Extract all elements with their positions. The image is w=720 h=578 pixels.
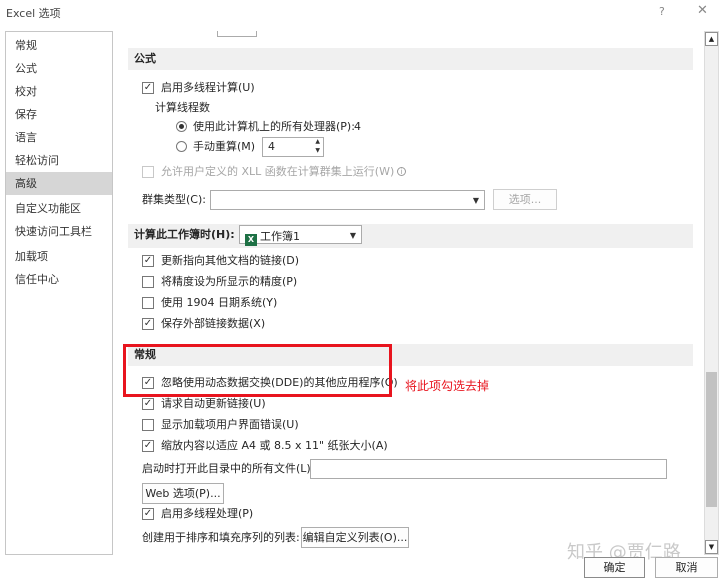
cluster-type-label: 群集类型(C): [142, 193, 206, 206]
scale-a4-label: 缩放内容以适应 A4 或 8.5 x 11" 纸张大小(A) [161, 439, 388, 452]
scroll-down-icon[interactable]: ▼ [705, 540, 718, 554]
cancel-button[interactable]: 取消 [655, 557, 718, 578]
highlight-box [123, 344, 392, 397]
nav-item-customize-ribbon[interactable]: 自定义功能区 [6, 197, 112, 220]
checkbox-unchecked[interactable] [142, 419, 154, 431]
workbook-calc-heading: 计算此工作簿时(H): [134, 228, 235, 241]
radio-selected[interactable] [176, 121, 187, 132]
processor-count: 4 [354, 120, 361, 133]
checkbox-checked[interactable]: ✓ [142, 255, 154, 267]
edit-custom-lists-button[interactable]: 编辑自定义列表(O)... [301, 527, 409, 548]
radio-unselected[interactable] [176, 141, 187, 152]
custom-lists-label: 创建用于排序和填充序列的列表: [142, 531, 300, 544]
nav-item-save[interactable]: 保存 [6, 103, 112, 126]
nav-item-addins[interactable]: 加载项 [6, 245, 112, 268]
nav-item-language[interactable]: 语言 [6, 126, 112, 149]
xll-cluster-label: 允许用户定义的 XLL 函数在计算群集上运行(W) [161, 165, 395, 178]
nav-item-general[interactable]: 常规 [6, 34, 112, 57]
startup-folder-input[interactable] [310, 459, 667, 479]
info-icon: i [397, 167, 406, 176]
partial-control [217, 31, 257, 37]
dropdown-arrow-icon: ▼ [349, 231, 356, 240]
options-nav: 常规 公式 校对 保存 语言 轻松访问 高级 自定义功能区 快速访问工具栏 加载… [5, 31, 113, 555]
ok-button[interactable]: 确定 [584, 557, 645, 578]
vertical-scrollbar[interactable]: ▲ ▼ [704, 31, 719, 555]
nav-item-formulas[interactable]: 公式 [6, 57, 112, 80]
manual-threads-label: 手动重算(M) [193, 140, 256, 153]
use-all-processors-label: 使用此计算机上的所有处理器(P): [193, 120, 355, 133]
checkbox-disabled [142, 166, 154, 178]
window-title: Excel 选项 [6, 7, 61, 20]
workbook-dropdown-value: X 工作簿1 [245, 228, 300, 246]
nav-item-quick-access-toolbar[interactable]: 快速访问工具栏 [6, 220, 112, 243]
date-1904-label: 使用 1904 日期系统(Y) [161, 296, 278, 309]
close-icon[interactable]: ✕ [697, 3, 708, 18]
multiprocess-label: 启用多线程处理(P) [161, 507, 254, 520]
cluster-options-button: 选项... [493, 189, 557, 210]
nav-item-trust-center[interactable]: 信任中心 [6, 268, 112, 291]
auto-update-links-label: 请求自动更新链接(U) [161, 397, 266, 410]
nav-item-accessibility[interactable]: 轻松访问 [6, 149, 112, 172]
section-formulas: 公式 [128, 48, 693, 70]
checkbox-unchecked[interactable] [142, 297, 154, 309]
checkbox-checked[interactable]: ✓ [142, 82, 154, 94]
workbook-dropdown[interactable]: X 工作簿1 ▼ [239, 225, 362, 246]
title-bar: Excel 选项 ? ✕ [0, 0, 720, 26]
spin-up-icon[interactable]: ▲ [315, 138, 320, 145]
addin-ui-errors-label: 显示加载项用户界面错误(U) [161, 418, 299, 431]
excel-workbook-icon: X [245, 234, 257, 246]
workbook-name: 工作簿1 [260, 230, 300, 243]
dropdown-arrow-icon: ▼ [472, 196, 479, 205]
section-workbook-calc: 计算此工作簿时(H): [128, 224, 693, 248]
web-options-button[interactable]: Web 选项(P)... [142, 483, 224, 504]
advanced-options-panel: 公式 ✓ 启用多线程计算(U) 计算线程数 使用此计算机上的所有处理器(P): … [121, 31, 704, 555]
nav-item-proofing[interactable]: 校对 [6, 80, 112, 103]
scrollbar-thumb[interactable] [706, 372, 717, 507]
nav-item-advanced[interactable]: 高级 [6, 172, 112, 195]
cluster-type-dropdown: ▼ [210, 190, 485, 210]
precision-label: 将精度设为所显示的精度(P) [161, 275, 298, 288]
threads-spinner[interactable]: 4 ▲ ▼ [262, 137, 324, 157]
spin-down-icon[interactable]: ▼ [315, 147, 320, 154]
checkbox-unchecked[interactable] [142, 276, 154, 288]
update-links-label: 更新指向其他文档的链接(D) [161, 254, 300, 267]
checkbox-checked[interactable]: ✓ [142, 508, 154, 520]
help-icon[interactable]: ? [659, 5, 665, 18]
startup-folder-label: 启动时打开此目录中的所有文件(L): [142, 462, 315, 475]
checkbox-checked[interactable]: ✓ [142, 398, 154, 410]
scroll-up-icon[interactable]: ▲ [705, 32, 718, 46]
checkbox-checked[interactable]: ✓ [142, 440, 154, 452]
threads-label: 计算线程数 [155, 101, 210, 114]
multithread-calc-label: 启用多线程计算(U) [161, 81, 255, 94]
save-external-links-label: 保存外部链接数据(X) [161, 317, 266, 330]
checkbox-checked[interactable]: ✓ [142, 318, 154, 330]
annotation-text: 将此项勾选去掉 [405, 379, 490, 393]
threads-spinner-value: 4 [268, 140, 275, 153]
